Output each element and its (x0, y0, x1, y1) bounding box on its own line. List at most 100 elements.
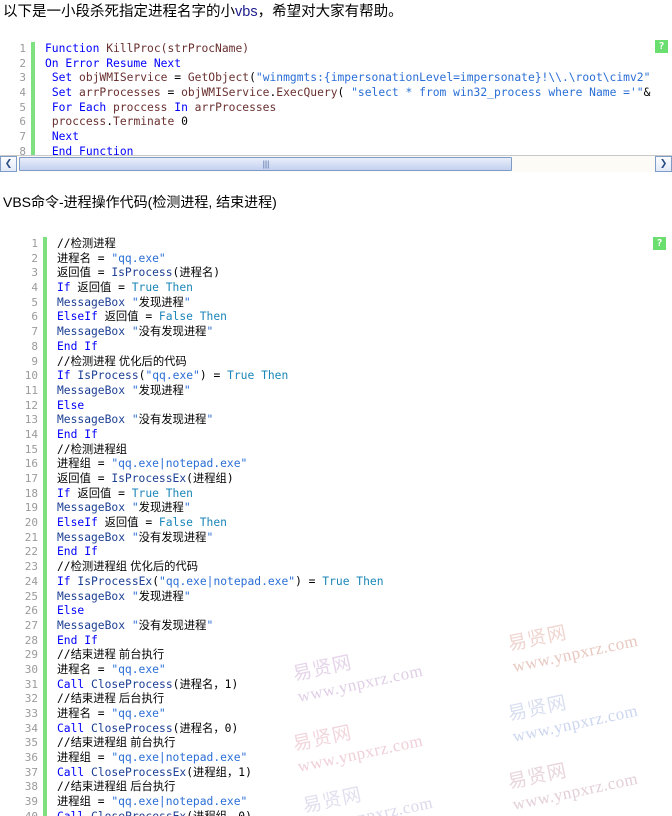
code-token: GetObject (187, 71, 250, 85)
code-token: " (183, 501, 191, 515)
question-icon[interactable]: ? (655, 40, 668, 53)
code-token: " (183, 295, 191, 309)
code-token: 检测进程组 (70, 443, 128, 456)
code-line-text: If IsProcessEx("qq.exe|notepad.exe") = T… (47, 575, 672, 590)
scroll-thumb[interactable]: |||| (19, 157, 512, 171)
code-token: " (131, 383, 139, 397)
code-token: 进程名 (57, 252, 91, 265)
code-token: "qq.exe|notepad.exe" (111, 751, 248, 765)
line-number: 8 (31, 339, 38, 353)
line-number: 35 (24, 736, 38, 750)
code-token: " (131, 530, 139, 544)
code-line: 5 For Each proccess In arrProcesses (0, 100, 672, 116)
code-token: Terminate (113, 115, 175, 129)
code-line-text: //结束进程组 前台执行 (47, 736, 672, 751)
code-token: Call (57, 810, 91, 816)
code-line: 2 进程名 = "qq.exe" (12, 251, 672, 267)
code-line: 21 MessageBox "没有发现进程" (12, 530, 672, 546)
code-token: " (183, 383, 191, 397)
scroll-track[interactable]: |||| (17, 156, 655, 172)
question-icon[interactable]: ? (653, 237, 666, 250)
code-token: 返回值 (57, 267, 91, 280)
code-token: = (90, 457, 112, 471)
code-token: ， (213, 677, 225, 691)
line-number: 3 (19, 71, 26, 85)
line-number: 24 (24, 574, 38, 588)
code-token: Next (51, 130, 80, 144)
code-token: MessageBox (57, 325, 132, 339)
code-token: arrProcesses (79, 86, 161, 100)
code-token: 检测进程 (70, 238, 116, 250)
code-hscrollbar[interactable]: ❮ |||| ❯ (0, 155, 672, 172)
code-line: 35 //结束进程组 前台执行 (12, 736, 672, 752)
code-line-text: //检测进程组 优化后的代码 (47, 560, 672, 575)
line-number: 30 (24, 662, 38, 676)
code-line-text: End If (47, 634, 672, 649)
code-line-text: Call CloseProcessEx(进程组，0) (47, 810, 672, 816)
code-line-text: 返回值 = IsProcessEx(进程组) (47, 472, 672, 487)
code-token: 进程组 (193, 766, 227, 779)
line-number: 37 (24, 765, 38, 779)
code-line: 18 If 返回值 = True Then (12, 486, 672, 502)
code-body-1: 1 Function KillProc(strProcName) 2 On Error… (0, 38, 672, 163)
code-toolbar-1[interactable]: ? (655, 40, 668, 53)
code-token: IsProcessEx (77, 574, 153, 588)
line-number: 39 (24, 795, 38, 809)
code-line: 28 End If (12, 633, 672, 649)
line-number: 2 (31, 251, 38, 265)
code-token: 结束进程组 后台执行 (70, 781, 176, 794)
code-line: 38 //结束进程组 后台执行 (12, 780, 672, 796)
line-number: 6 (31, 310, 38, 324)
code-token: True Then (131, 281, 193, 295)
line-number: 16 (24, 457, 38, 471)
code-token: 检测进程组 优化后的代码 (70, 561, 199, 574)
code-block-vbs-killproc: ? 1 Function KillProc(strProcName) 2 On Err… (0, 38, 672, 163)
code-token: = (111, 486, 132, 500)
code-token: 进程名 (57, 708, 91, 720)
intro-paragraph: 以下是一小段杀死指定进程名字的小vbs，希望对大家有帮助。 (3, 2, 403, 22)
line-number: 27 (24, 618, 38, 632)
code-token: = (138, 310, 159, 324)
code-token: ( (186, 472, 193, 485)
line-number: 10 (24, 369, 38, 383)
code-token: End If (57, 633, 98, 647)
code-line-text: Call CloseProcess(进程名，1) (47, 678, 672, 693)
code-line: 39 进程组 = "qq.exe|notepad.exe" (12, 795, 672, 810)
code-token: = (167, 71, 188, 85)
code-token: ) = (199, 369, 228, 383)
code-token: Function (45, 42, 107, 55)
scroll-left-button[interactable]: ❮ (0, 156, 17, 172)
line-number: 1 (31, 237, 38, 250)
code-token: 进程组 (57, 752, 91, 765)
code-token: 结束进程 后台执行 (70, 693, 165, 706)
code-line: 15 //检测进程组 (12, 442, 672, 458)
code-token: objWMIService (181, 86, 270, 100)
line-number: 1 (19, 42, 26, 55)
code-token: 结束进程组 前台执行 (70, 737, 176, 750)
code-token: proccess (51, 115, 107, 129)
code-token: True Then (322, 574, 384, 588)
code-token: Set (51, 86, 80, 100)
section-heading: VBS命令-进程操作代码(检测进程, 结束进程) (3, 194, 277, 210)
code-toolbar-2[interactable]: ? (653, 237, 666, 250)
code-line: 29 //结束进程 前台执行 (12, 648, 672, 663)
code-token: = (90, 751, 112, 765)
code-token: " (131, 325, 139, 339)
code-line: 4 Set arrProcesses = objWMIService.ExecQ… (0, 86, 672, 101)
line-number: 4 (19, 86, 26, 100)
code-token: 返回值 (77, 487, 112, 500)
code-token: ) (226, 472, 234, 485)
code-line: 6 proccess.Terminate 0 (0, 115, 672, 131)
code-line-text: Call CloseProcess(进程名，0) (47, 722, 672, 737)
code-token: Else (57, 604, 85, 618)
code-line-text: proccess.Terminate 0 (35, 115, 672, 130)
code-token: IsProcess (111, 266, 173, 280)
code-token: True Then (227, 369, 289, 383)
line-number: 4 (31, 281, 38, 295)
intro-text-before: 以下是一小段杀死指定进程名字的小 (3, 4, 235, 20)
code-line: 7 Next (0, 130, 672, 145)
code-token: 返回值 (104, 311, 139, 324)
code-line-text: If 返回值 = True Then (47, 487, 672, 502)
scroll-right-button[interactable]: ❯ (655, 156, 672, 172)
code-token: "qq.exe" (111, 707, 166, 720)
